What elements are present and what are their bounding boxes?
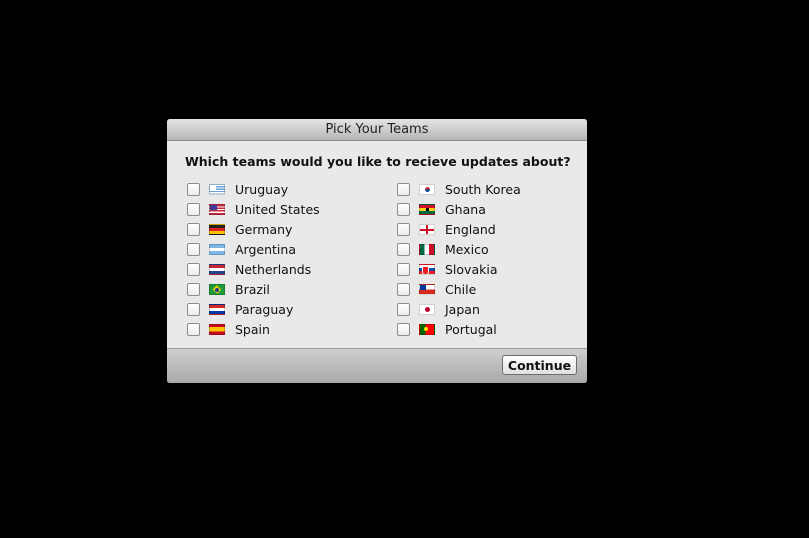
checkbox-united-states[interactable]	[187, 202, 200, 216]
team-label: Mexico	[445, 241, 489, 257]
slovakia-flag-icon	[419, 263, 435, 275]
uruguay-flag-icon	[209, 183, 225, 195]
checkbox-south-korea[interactable]	[397, 182, 410, 196]
paraguay-flag-icon	[209, 303, 225, 315]
team-row-japan[interactable]: Japan	[397, 299, 521, 319]
netherlands-flag-icon	[209, 263, 225, 275]
checkbox-paraguay[interactable]	[187, 302, 200, 316]
continue-button[interactable]: Continue	[502, 355, 577, 375]
team-row-spain[interactable]: Spain	[187, 319, 320, 339]
team-row-paraguay[interactable]: Paraguay	[187, 299, 320, 319]
team-label: England	[445, 221, 496, 237]
checkbox-mexico[interactable]	[397, 242, 410, 256]
team-row-mexico[interactable]: Mexico	[397, 239, 521, 259]
dialog-content: Which teams would you like to recieve up…	[167, 141, 587, 348]
checkbox-spain[interactable]	[187, 322, 200, 336]
teams-column-left: Uruguay United States Germany Argentina	[187, 179, 320, 339]
pick-teams-dialog: Pick Your Teams Which teams would you li…	[167, 119, 587, 383]
team-label: Chile	[445, 281, 477, 297]
checkbox-slovakia[interactable]	[397, 262, 410, 276]
team-label: Germany	[235, 221, 293, 237]
team-label: Japan	[445, 301, 480, 317]
checkbox-chile[interactable]	[397, 282, 410, 296]
mexico-flag-icon	[419, 243, 435, 255]
japan-flag-icon	[419, 303, 435, 315]
spain-flag-icon	[209, 323, 225, 335]
checkbox-japan[interactable]	[397, 302, 410, 316]
team-row-chile[interactable]: Chile	[397, 279, 521, 299]
team-label: South Korea	[445, 181, 521, 197]
team-row-ghana[interactable]: Ghana	[397, 199, 521, 219]
argentina-flag-icon	[209, 243, 225, 255]
checkbox-portugal[interactable]	[397, 322, 410, 336]
team-row-netherlands[interactable]: Netherlands	[187, 259, 320, 279]
team-row-argentina[interactable]: Argentina	[187, 239, 320, 259]
checkbox-uruguay[interactable]	[187, 182, 200, 196]
team-row-germany[interactable]: Germany	[187, 219, 320, 239]
south-korea-flag-icon	[419, 183, 435, 195]
team-label: Spain	[235, 321, 270, 337]
team-row-portugal[interactable]: Portugal	[397, 319, 521, 339]
dialog-title: Pick Your Teams	[325, 122, 429, 137]
dialog-footer: Continue	[167, 348, 587, 383]
team-label: Argentina	[235, 241, 296, 257]
germany-flag-icon	[209, 223, 225, 235]
chile-flag-icon	[419, 283, 435, 295]
team-row-england[interactable]: England	[397, 219, 521, 239]
team-label: Uruguay	[235, 181, 289, 197]
dialog-titlebar: Pick Your Teams	[167, 119, 587, 141]
checkbox-netherlands[interactable]	[187, 262, 200, 276]
team-label: Paraguay	[235, 301, 294, 317]
portugal-flag-icon	[419, 323, 435, 335]
brazil-flag-icon	[209, 283, 225, 295]
team-label: Portugal	[445, 321, 497, 337]
team-row-slovakia[interactable]: Slovakia	[397, 259, 521, 279]
question-label: Which teams would you like to recieve up…	[185, 154, 571, 169]
england-flag-icon	[419, 223, 435, 235]
team-label: Netherlands	[235, 261, 312, 277]
team-label: Ghana	[445, 201, 486, 217]
team-row-brazil[interactable]: Brazil	[187, 279, 320, 299]
checkbox-argentina[interactable]	[187, 242, 200, 256]
teams-column-right: South Korea Ghana England Mexico Slovaki	[397, 179, 521, 339]
team-label: Slovakia	[445, 261, 498, 277]
team-row-united-states[interactable]: United States	[187, 199, 320, 219]
us-flag-icon	[209, 203, 225, 215]
team-label: United States	[235, 201, 320, 217]
ghana-flag-icon	[419, 203, 435, 215]
checkbox-england[interactable]	[397, 222, 410, 236]
team-label: Brazil	[235, 281, 270, 297]
team-row-uruguay[interactable]: Uruguay	[187, 179, 320, 199]
checkbox-ghana[interactable]	[397, 202, 410, 216]
checkbox-germany[interactable]	[187, 222, 200, 236]
team-row-south-korea[interactable]: South Korea	[397, 179, 521, 199]
checkbox-brazil[interactable]	[187, 282, 200, 296]
